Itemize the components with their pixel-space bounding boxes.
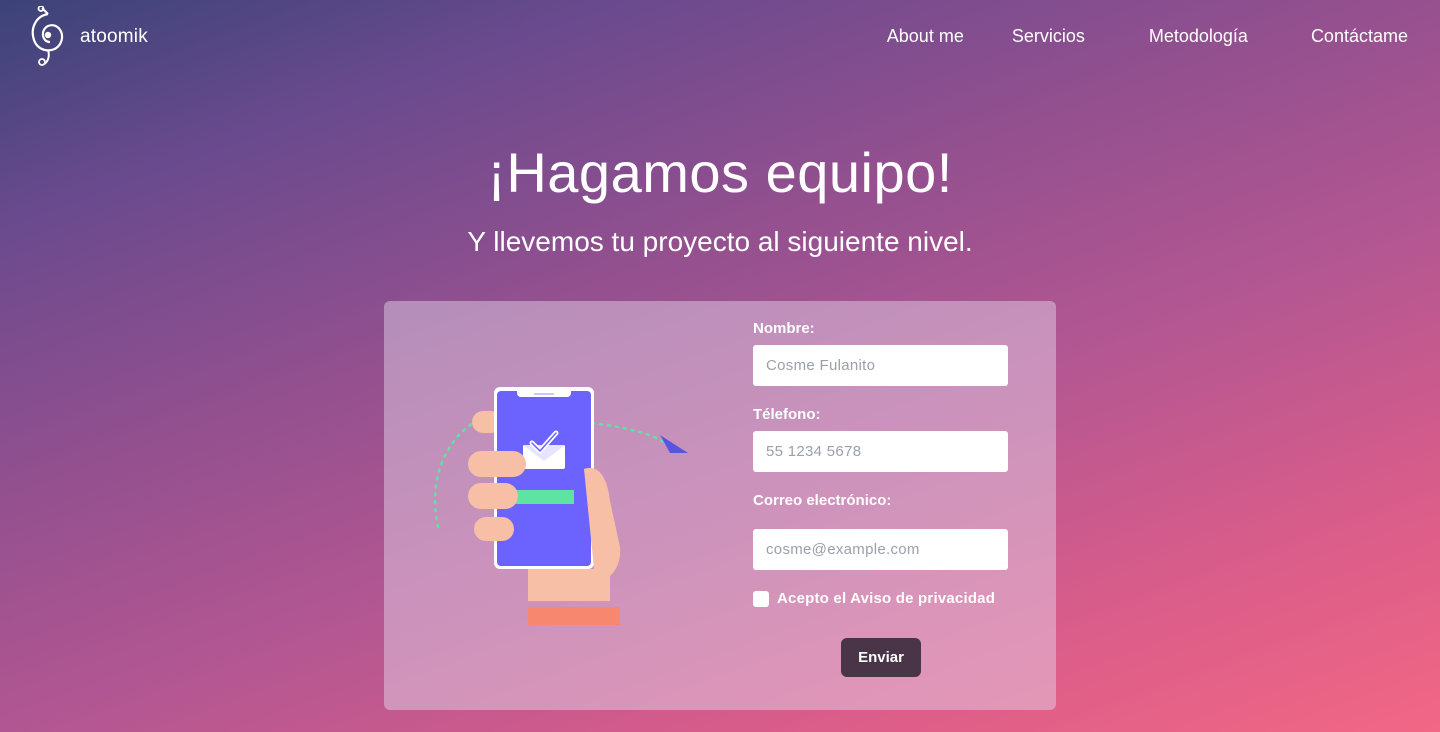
brand-logo[interactable]: atoomik — [28, 6, 148, 68]
name-input[interactable] — [753, 345, 1008, 386]
nav-link-about-me[interactable]: About me — [887, 26, 964, 47]
email-input[interactable] — [753, 529, 1008, 570]
phone-label: Télefono: — [753, 406, 821, 423]
phone-input[interactable] — [753, 431, 1008, 472]
privacy-label[interactable]: Acepto el Aviso de privacidad — [777, 590, 995, 607]
privacy-checkbox[interactable] — [753, 590, 769, 607]
submit-button[interactable]: Enviar — [841, 638, 921, 677]
nav-link-metodologia[interactable]: Metodología — [1149, 26, 1248, 47]
phone-hand-message-sent-icon — [433, 387, 688, 625]
nav-link-contactame[interactable]: Contáctame — [1311, 26, 1408, 47]
privacy-row: Acepto el Aviso de privacidad — [753, 590, 995, 607]
atom-spiral-icon — [31, 6, 64, 66]
hero-title: ¡Hagamos equipo! — [487, 141, 953, 204]
site-header: atoomik About me Servicios Metodología C… — [0, 0, 1440, 76]
nav-link-servicios[interactable]: Servicios — [1012, 26, 1085, 47]
email-label: Correo electrónico: — [753, 492, 892, 509]
contact-card: Nombre: Télefono: Correo electrónico: Ac… — [384, 301, 1056, 710]
name-label: Nombre: — [753, 320, 815, 337]
hero-subtitle: Y llevemos tu proyecto al siguiente nive… — [467, 226, 973, 257]
main-nav: About me Servicios Metodología Contáctam… — [887, 26, 1408, 47]
brand-name: atoomik — [80, 26, 148, 47]
